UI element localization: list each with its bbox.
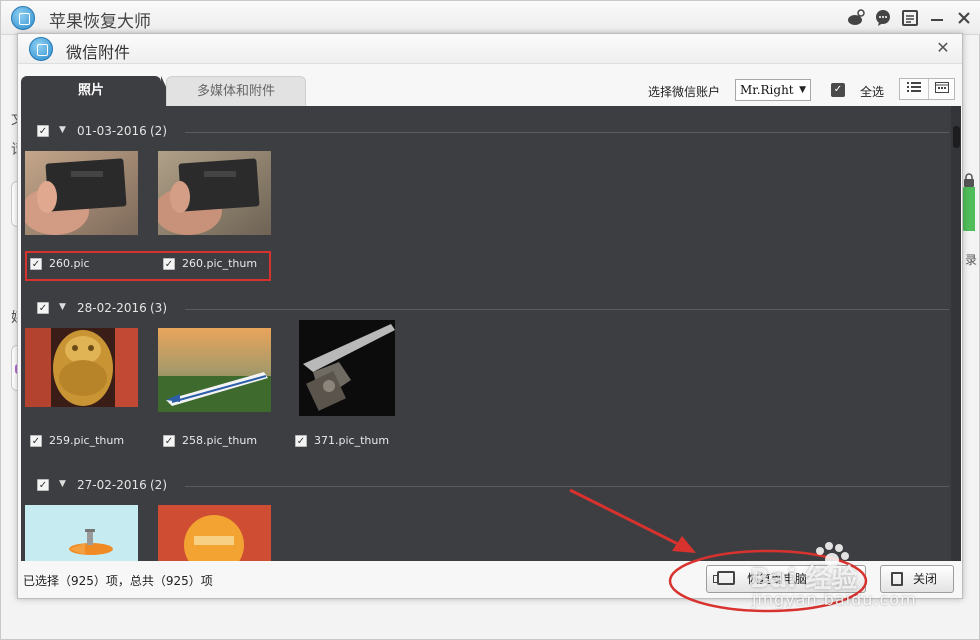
weibo-icon[interactable] [846, 8, 866, 28]
group-count: (2) [150, 124, 167, 138]
dialog-logo-icon [29, 37, 53, 61]
vertical-scrollbar-track[interactable] [951, 106, 961, 561]
photo-thumbnail[interactable] [158, 505, 271, 561]
group-checkbox[interactable]: ✓ [37, 302, 49, 314]
select-all-label: 全选 [860, 85, 885, 99]
tab-photos[interactable]: 照片 [21, 76, 175, 106]
dialog-titlebar: 微信附件 ✕ [18, 34, 962, 64]
photo-checkbox[interactable]: ✓ [295, 435, 307, 447]
group-divider [185, 309, 949, 310]
dropdown-arrow-icon: ▼ [799, 85, 806, 95]
app-logo-icon [11, 6, 35, 30]
vertical-scrollbar-thumb[interactable] [953, 126, 960, 148]
group-checkbox[interactable]: ✓ [37, 479, 49, 491]
group-checkbox[interactable]: ✓ [37, 125, 49, 137]
group-count: (3) [150, 301, 167, 315]
close-button-label: 关闭 [913, 572, 938, 586]
photo-filename: 259.pic_thum [49, 434, 125, 447]
tab-media-attachments[interactable]: 多媒体和附件 [166, 76, 306, 106]
selection-status: 已选择（925）项，总共（925）项 [23, 574, 213, 588]
photo-filename: 371.pic_thum [314, 434, 390, 447]
photo-thumbnail[interactable] [25, 505, 138, 561]
collapse-triangle-icon[interactable]: ▼ [59, 302, 66, 312]
account-select-value: Mr.Right [740, 83, 794, 97]
group-date: 27-02-2016 [77, 478, 147, 492]
minimize-icon[interactable] [927, 8, 947, 28]
account-select[interactable]: Mr.Right ▼ [735, 79, 811, 101]
group-date: 01-03-2016 [77, 124, 147, 138]
account-label: 选择微信账户 [648, 85, 721, 99]
background-text: 录 [965, 253, 978, 267]
photo-thumbnail[interactable] [25, 328, 138, 407]
photo-checkbox[interactable]: ✓ [30, 435, 42, 447]
select-all-checkbox[interactable]: ✓ [831, 83, 845, 97]
background-green-button [961, 187, 975, 231]
collapse-triangle-icon[interactable]: ▼ [59, 479, 66, 489]
wechat-attachments-dialog: 微信附件 ✕ 照片 多媒体和附件 选择微信账户 Mr.Right ▼ ✓ 全选 … [17, 33, 963, 599]
group-date: 28-02-2016 [77, 301, 147, 315]
computer-icon [713, 571, 735, 585]
dialog-title: 微信附件 [66, 43, 131, 62]
list-view-icon[interactable] [900, 79, 927, 99]
close-icon[interactable] [954, 8, 974, 28]
annotation-highlight-box [25, 251, 271, 281]
close-button[interactable]: 关闭 [880, 565, 954, 593]
photo-thumbnail[interactable] [158, 328, 271, 412]
lock-icon [963, 173, 975, 190]
photo-filename: 258.pic_thum [182, 434, 258, 447]
chat-icon[interactable] [873, 8, 893, 28]
photo-checkbox[interactable]: ✓ [163, 435, 175, 447]
group-divider [185, 486, 949, 487]
app-titlebar: 苹果恢复大师 [1, 1, 980, 35]
watermark-url: jingyan.baidu.com [752, 590, 917, 609]
collapse-triangle-icon[interactable]: ▼ [59, 125, 66, 135]
exit-icon [891, 572, 903, 586]
photo-thumbnail[interactable] [299, 320, 395, 416]
app-title: 苹果恢复大师 [49, 12, 151, 32]
group-divider [185, 132, 949, 133]
photo-list-panel: ✓ ▼ 01-03-2016 (2) ✓ 260.pic ✓ 260.pic_t… [21, 106, 961, 561]
group-count: (2) [150, 478, 167, 492]
photo-thumbnail[interactable] [25, 151, 138, 235]
view-mode-toggle [899, 78, 955, 100]
menu-icon[interactable] [900, 8, 920, 28]
calendar-view-icon[interactable] [928, 79, 955, 99]
photo-thumbnail[interactable] [158, 151, 271, 235]
dialog-close-icon[interactable]: ✕ [934, 39, 952, 57]
